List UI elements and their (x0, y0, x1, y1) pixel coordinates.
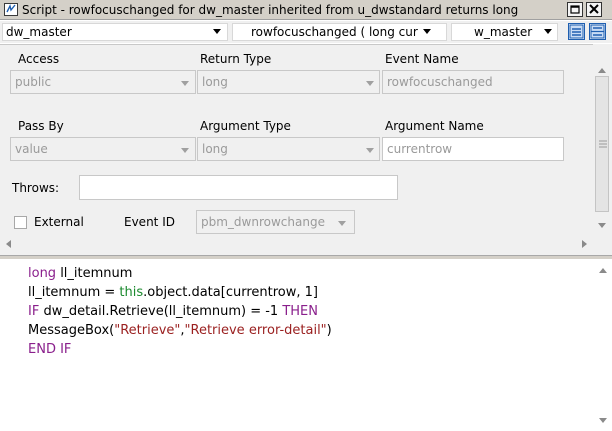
code-text: .object.data[currentrow, 1] (143, 285, 318, 300)
prototype-horizontal-scrollbar[interactable] (0, 236, 593, 252)
selector-bar: dw_master rowfocuschanged ( long cur w_m… (0, 21, 612, 43)
argument-name-value: currentrow (387, 142, 453, 156)
code-text: ll_itemnum (56, 266, 133, 281)
code-pronoun: this (119, 285, 144, 300)
split-view-icon (590, 24, 605, 42)
ancestor-dropdown-value: w_master (474, 25, 533, 39)
return-type-label: Return Type (200, 52, 272, 66)
scroll-up-icon[interactable] (598, 68, 606, 73)
prototype-vertical-scrollbar[interactable] (593, 44, 612, 234)
ancestor-dropdown[interactable]: w_master (451, 23, 558, 41)
argument-type-select[interactable]: long (197, 137, 380, 161)
code-line-3: IF dw_detail.Retrieve(ll_itemnum) = -1 T… (28, 302, 318, 321)
editor-vertical-scrollbar[interactable] (594, 259, 612, 431)
argument-name-label: Argument Name (385, 119, 484, 133)
code-line-4: MessageBox("Retrieve","Retrieve error-de… (28, 321, 332, 340)
prototype-panel: Access Return Type Event Name public lon… (0, 44, 612, 255)
scroll-down-icon[interactable] (599, 418, 607, 423)
chevron-down-icon (213, 29, 221, 34)
chevron-down-icon (544, 29, 552, 34)
code-text: ) (326, 323, 332, 338)
event-id-label: Event ID (124, 215, 175, 229)
code-line-2: ll_itemnum = this.object.data[currentrow… (28, 283, 318, 302)
throws-label: Throws: (12, 181, 60, 195)
pass-by-value: value (15, 142, 48, 156)
chevron-down-icon (338, 221, 346, 226)
title-bar: Script - rowfocuschanged for dw_master i… (0, 0, 612, 20)
close-icon (589, 3, 599, 17)
return-type-select[interactable]: long (197, 70, 380, 94)
code-keyword: IF (28, 304, 40, 319)
close-button[interactable] (586, 2, 602, 17)
argument-type-label: Argument Type (200, 119, 291, 133)
chevron-down-icon (366, 81, 374, 86)
event-name-value: rowfocuschanged (387, 75, 493, 89)
code-line-5: END IF (28, 340, 71, 359)
object-dropdown[interactable]: dw_master (2, 23, 228, 41)
event-name-label: Event Name (385, 52, 459, 66)
event-name-field[interactable]: rowfocuschanged (382, 70, 564, 94)
event-dropdown[interactable]: rowfocuschanged ( long cur (232, 23, 447, 41)
chevron-down-icon (181, 148, 189, 153)
pass-by-select[interactable]: value (10, 137, 196, 161)
scroll-right-icon[interactable] (582, 240, 587, 248)
code-keyword: long (28, 266, 57, 281)
list-view-icon (569, 24, 584, 42)
access-label: Access (18, 52, 60, 66)
event-id-select[interactable]: pbm_dwnrowchange (196, 210, 355, 234)
scroll-up-icon[interactable] (599, 268, 607, 273)
script-icon (4, 3, 18, 16)
code-text: ll_itemnum = (28, 285, 120, 300)
return-type-value: long (202, 75, 228, 89)
event-id-value: pbm_dwnrowchange (201, 215, 325, 229)
object-dropdown-value: dw_master (6, 25, 72, 39)
code-string: "Retrieve" (114, 323, 181, 338)
throws-field[interactable] (79, 175, 398, 200)
argument-type-value: long (202, 142, 228, 156)
code-text: MessageBox( (28, 323, 115, 338)
scroll-down-icon[interactable] (598, 223, 606, 228)
external-checkbox[interactable] (14, 216, 27, 229)
event-dropdown-value: rowfocuschanged ( long cur (251, 25, 418, 39)
scrollbar-thumb[interactable] (595, 76, 609, 212)
prototype-view-button[interactable] (568, 23, 585, 40)
chevron-down-icon (423, 29, 431, 34)
scroll-left-icon[interactable] (6, 240, 11, 248)
split-view-button[interactable] (589, 23, 606, 40)
script-editor[interactable]: long ll_itemnum ll_itemnum = this.object… (0, 259, 594, 431)
code-text: dw_detail.Retrieve(ll_itemnum) = -1 (39, 304, 283, 319)
code-string: "Retrieve error-detail" (184, 323, 327, 338)
window-title: Script - rowfocuschanged for dw_master i… (22, 3, 519, 17)
external-label: External (34, 215, 84, 229)
restore-button[interactable] (567, 2, 583, 17)
access-select[interactable]: public (10, 70, 196, 94)
code-keyword: THEN (282, 304, 318, 319)
code-keyword: END IF (28, 342, 72, 357)
chevron-down-icon (181, 81, 189, 86)
pass-by-label: Pass By (18, 119, 64, 133)
restore-icon (570, 3, 580, 17)
chevron-down-icon (366, 148, 374, 153)
code-line-1: long ll_itemnum (28, 264, 132, 283)
argument-name-field[interactable]: currentrow (382, 137, 564, 161)
access-value: public (15, 75, 52, 89)
